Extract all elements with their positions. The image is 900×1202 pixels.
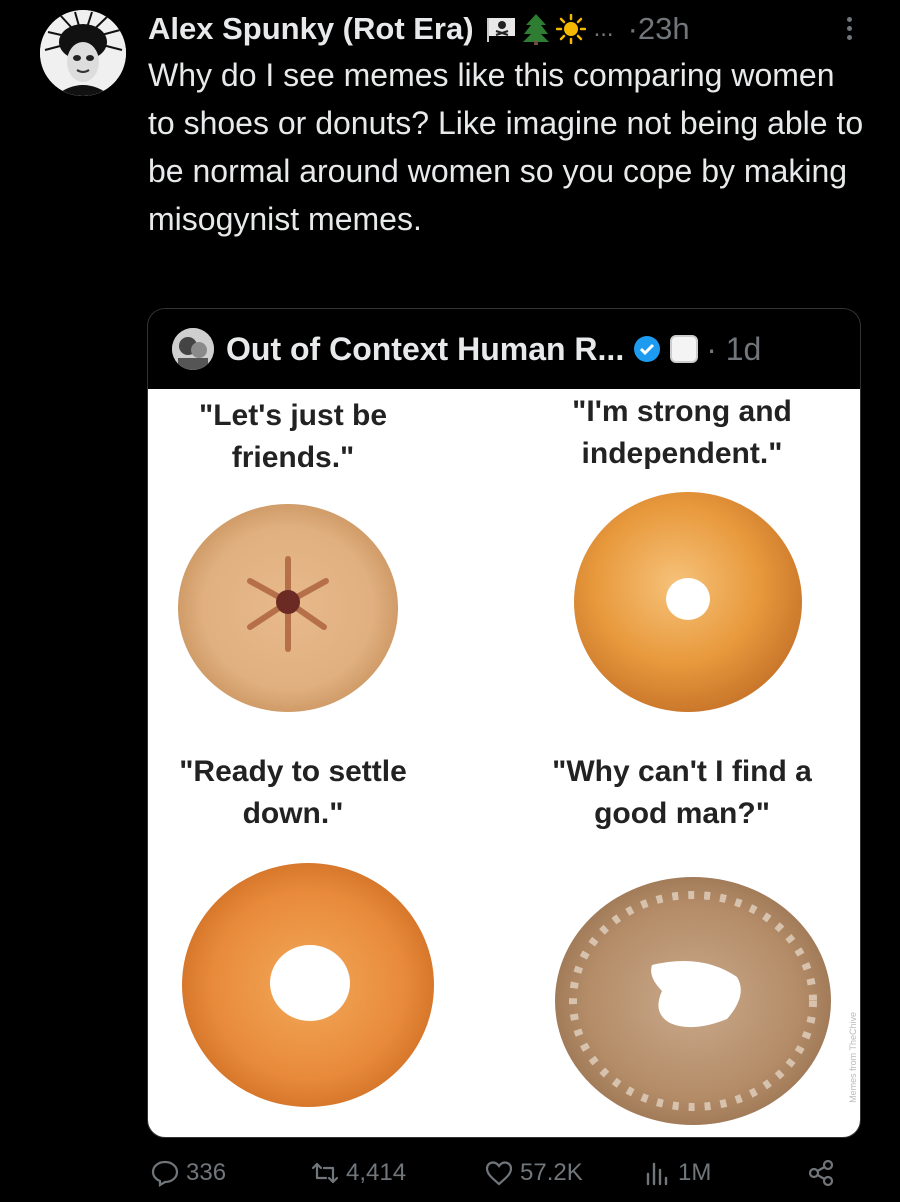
evergreen-tree-icon	[522, 14, 549, 45]
meme-watermark: Memes from TheChive	[848, 1012, 858, 1103]
post-timestamp[interactable]: ·23h	[628, 11, 690, 47]
reply-icon	[151, 1160, 179, 1187]
affiliation-badge-icon	[670, 335, 699, 363]
jelly-donut-illustration	[178, 504, 398, 712]
heart-icon	[485, 1161, 513, 1186]
reply-button[interactable]: 336	[150, 1158, 226, 1188]
post-text: Why do I see memes like this comparing w…	[148, 57, 864, 237]
like-button[interactable]: 57.2K	[484, 1158, 583, 1188]
like-count: 57.2K	[520, 1159, 583, 1186]
author-name[interactable]: Alex Spunky (Rot Era)	[148, 11, 474, 47]
quoted-post[interactable]: Out of Context Human R... · 1d "Let's ju…	[147, 308, 861, 1138]
meme-panel: "Let's just be friends."	[148, 389, 504, 763]
post-header: Alex Spunky (Rot Era) ... ·23h	[148, 8, 860, 50]
post-time: 23h	[637, 11, 690, 46]
quoted-timestamp-separator: ·	[706, 330, 717, 367]
repost-icon	[311, 1162, 339, 1184]
repost-button[interactable]: 4,414	[310, 1158, 406, 1188]
repost-count: 4,414	[346, 1159, 407, 1186]
timestamp-separator: ·	[627, 11, 638, 46]
crumbly-donut-illustration	[555, 877, 831, 1125]
share-icon	[808, 1159, 834, 1187]
verified-badge-icon	[634, 336, 661, 362]
sun-icon	[555, 14, 586, 44]
meme-caption: "Ready to settle down."	[179, 755, 407, 830]
quoted-post-header: Out of Context Human R... · 1d	[148, 309, 860, 389]
quoted-author-name[interactable]: Out of Context Human R...	[226, 331, 624, 368]
author-avatar[interactable]	[40, 10, 126, 96]
meme-panel: "Why can't I find a good man?" Memes fro…	[504, 749, 860, 1125]
author-badges: ...	[486, 13, 614, 45]
meme-caption: "Let's just be friends."	[198, 399, 388, 474]
views-button[interactable]: 1M	[642, 1158, 711, 1188]
quoted-author-avatar	[172, 328, 214, 370]
views-chart-icon	[646, 1162, 668, 1186]
badges-ellipsis: ...	[593, 15, 614, 42]
meme-caption: "I'm strong and independent."	[572, 395, 792, 470]
pirate-flag-icon	[486, 18, 515, 42]
meme-panel: "Ready to settle down."	[148, 749, 504, 1123]
view-count: 1M	[678, 1159, 712, 1186]
share-button[interactable]	[806, 1158, 842, 1188]
glazed-donut-illustration	[182, 863, 434, 1107]
quoted-post-timestamp[interactable]: · 1d	[706, 331, 761, 368]
meme-panel: "I'm strong and independent."	[504, 389, 860, 763]
quoted-post-time: 1d	[725, 330, 762, 367]
meme-caption: "Why can't I find a good man?"	[552, 755, 812, 830]
more-options-icon[interactable]	[838, 14, 860, 44]
glazed-donut-illustration	[574, 492, 802, 712]
post-actions: 336 4,414 57.2K 1M	[0, 1158, 900, 1202]
reply-count: 336	[186, 1159, 227, 1186]
meme-image[interactable]: "Let's just be friends." "I'm strong and…	[148, 389, 860, 1137]
